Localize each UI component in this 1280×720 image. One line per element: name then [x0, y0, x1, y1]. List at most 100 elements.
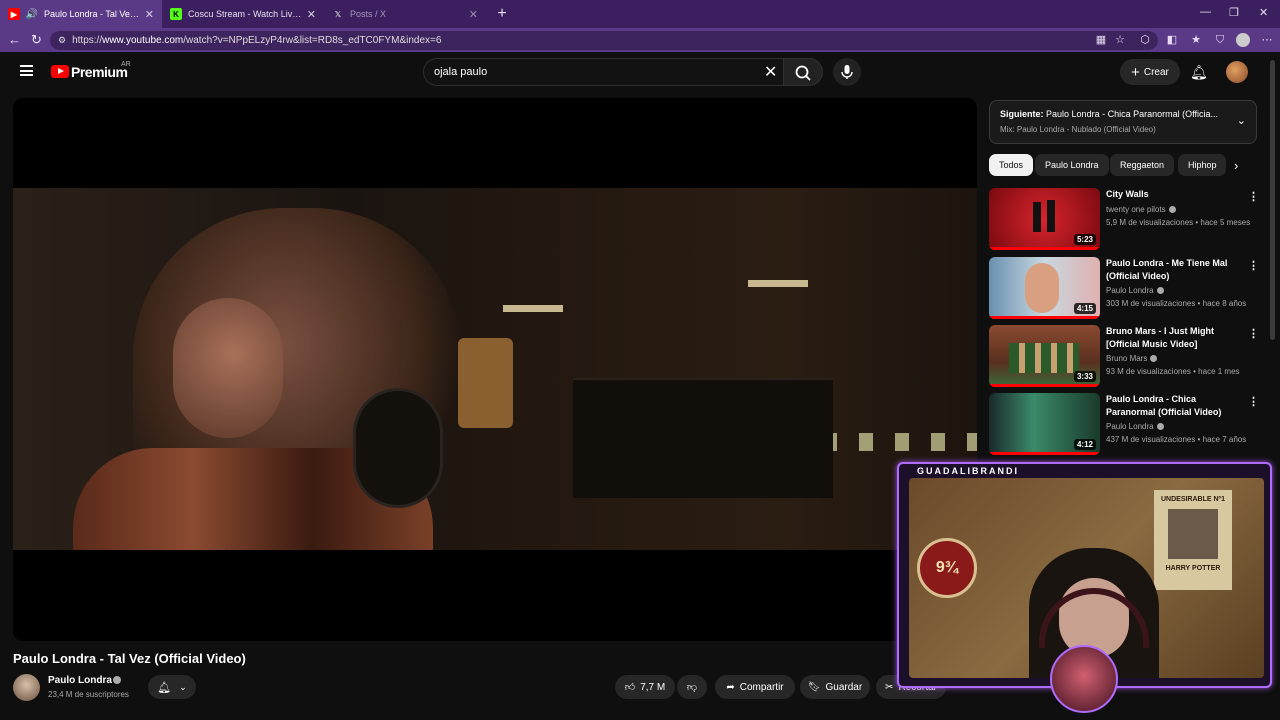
subscription-bell-button[interactable]: 🔔︎ ⌄ — [148, 675, 196, 699]
watch-progress-bar — [989, 247, 1100, 250]
channel-label: Bruno Mars — [1106, 354, 1158, 363]
close-tab-icon[interactable]: ✕ — [469, 8, 478, 21]
chevron-down-icon: ⌄ — [179, 681, 187, 692]
split-screen-icon[interactable]: ◧ — [1165, 33, 1179, 47]
video-card-title[interactable]: Paulo Londra - Me Tiene Mal (Official Vi… — [1106, 257, 1242, 283]
more-options-icon[interactable]: ⋮ — [1248, 395, 1259, 408]
video-player[interactable] — [13, 98, 977, 641]
search-button[interactable] — [783, 58, 823, 86]
amplifier — [573, 378, 833, 498]
youtube-header: Premium AR ojala paulo ✕ + Crear 🔔︎ — [0, 52, 1280, 92]
youtube-favicon-icon: ▶ — [8, 8, 20, 20]
avatar[interactable] — [1226, 61, 1248, 83]
close-window-icon[interactable]: ✕ — [1259, 6, 1268, 19]
up-next-prefix: Siguiente: — [1000, 109, 1044, 119]
more-options-icon[interactable]: ⋮ — [1248, 327, 1259, 340]
view-meta: 93 M de visualizaciones • hace 1 mes — [1106, 367, 1240, 376]
voice-search-button[interactable] — [833, 58, 861, 86]
favorite-star-icon[interactable]: ☆ — [1113, 33, 1127, 47]
list-item[interactable]: 4:15 Paulo Londra - Me Tiene Mal (Offici… — [989, 257, 1259, 321]
close-tab-icon[interactable]: ✕ — [307, 8, 316, 21]
thumbnail-figure — [1033, 202, 1041, 232]
channel-name: Paulo Londra — [1106, 286, 1154, 295]
list-item[interactable]: 4:12 Paulo Londra - Chica Paranormal (Of… — [989, 393, 1259, 457]
poster-name: HARRY POTTER — [1165, 565, 1221, 572]
site-info-icon[interactable]: ⚙ — [58, 35, 66, 46]
video-card-title[interactable]: Bruno Mars - I Just Might [Official Musi… — [1106, 325, 1242, 351]
youtube-logo-icon[interactable] — [51, 65, 69, 78]
scissors-icon: ✂ — [885, 681, 894, 693]
video-card-title[interactable]: City Walls — [1106, 188, 1242, 201]
up-next-title: Paulo Londra - Chica Paranormal (Officia… — [1046, 109, 1218, 119]
list-item[interactable]: 5:23 City Walls twenty one pilots 5,9 M … — [989, 188, 1259, 252]
clear-search-icon[interactable]: ✕ — [764, 62, 777, 82]
kick-favicon-icon: K — [170, 8, 182, 20]
duration-badge: 5:23 — [1073, 234, 1096, 245]
chip-todos[interactable]: Todos — [989, 154, 1034, 176]
new-tab-icon[interactable]: + — [490, 2, 514, 26]
more-options-icon[interactable]: ⋮ — [1248, 259, 1259, 272]
reader-icon[interactable]: ▦ — [1094, 33, 1108, 47]
share-button[interactable]: ➦ Compartir — [715, 675, 795, 699]
bookmark-icon: 🔖︎ — [807, 681, 821, 693]
subscriber-count: 23,4 M de suscriptores — [48, 690, 129, 699]
premium-logo[interactable]: Premium — [71, 64, 128, 80]
search-input[interactable]: ojala paulo — [423, 58, 783, 86]
notifications-bell-icon[interactable]: 🔔︎ — [1190, 64, 1208, 81]
verified-icon — [1168, 206, 1176, 213]
video-card-title[interactable]: Paulo Londra - Chica Paranormal (Officia… — [1106, 393, 1242, 419]
chip-reggaeton[interactable]: Reggaeton — [1110, 154, 1175, 176]
more-options-icon[interactable]: ⋮ — [1248, 190, 1259, 203]
chevron-right-icon[interactable]: › — [1234, 158, 1238, 173]
speaker-icon[interactable]: 🔊 — [26, 8, 38, 20]
dislike-button[interactable]: 👎︎ — [677, 675, 707, 699]
save-button[interactable]: 🔖︎ Guardar — [800, 675, 870, 699]
more-menu-icon[interactable]: ⋯ — [1260, 33, 1274, 47]
close-tab-icon[interactable]: ✕ — [145, 8, 154, 21]
up-next-panel[interactable]: Siguiente: Paulo Londra - Chica Paranorm… — [989, 100, 1257, 144]
video-thumbnail[interactable]: 3:33 — [989, 325, 1100, 387]
share-label: Compartir — [739, 681, 784, 693]
bell-icon: 🔔︎ — [157, 681, 172, 694]
channel-avatar[interactable] — [13, 674, 40, 701]
scrollbar[interactable] — [1270, 60, 1275, 340]
chip-paulo-londra[interactable]: Paulo Londra — [1035, 154, 1109, 176]
channel-name: Bruno Mars — [1106, 354, 1148, 363]
refresh-icon[interactable]: ↻ — [31, 32, 42, 48]
tab-x[interactable]: 𝕏 Posts / X ✕ — [324, 0, 486, 28]
video-thumbnail[interactable]: 4:12 — [989, 393, 1100, 455]
address-bar-row: ← ↻ ⚙ https://www.youtube.com/watch?v=NP… — [0, 28, 1280, 52]
list-item[interactable]: 3:33 Bruno Mars - I Just Might [Official… — [989, 325, 1259, 389]
tab-kick[interactable]: K Coscu Stream - Watch Live on Kick ✕ — [162, 0, 324, 28]
verified-icon — [113, 676, 121, 684]
hamburger-menu-icon[interactable] — [20, 65, 33, 76]
chevron-down-icon[interactable]: ⌄ — [1237, 114, 1246, 127]
channel-label: twenty one pilots — [1106, 205, 1176, 214]
verified-icon — [1150, 355, 1158, 362]
microphone-icon — [841, 65, 853, 79]
microphone-pop-filter — [353, 388, 443, 508]
like-count: 7,7 M — [640, 681, 666, 693]
channel-name[interactable]: Paulo Londra — [48, 675, 112, 686]
extensions-icon[interactable]: ⬡ — [1138, 33, 1152, 47]
like-button[interactable]: 👍︎ 7,7 M — [615, 675, 675, 699]
profile-icon[interactable] — [1236, 33, 1250, 47]
chip-hiphop[interactable]: Hiphop — [1178, 154, 1226, 176]
back-icon[interactable]: ← — [8, 32, 21, 47]
channel-label: Paulo Londra — [1106, 286, 1164, 295]
channel-label: Paulo Londra — [1106, 422, 1164, 431]
url-field[interactable]: ⚙ https://www.youtube.com/watch?v=NPpELz… — [50, 31, 1158, 50]
video-thumbnail[interactable]: 4:15 — [989, 257, 1100, 319]
channel-name: Paulo Londra — [1106, 422, 1154, 431]
tab-youtube[interactable]: ▶ 🔊 Paulo Londra - Tal Vez (Officia ✕ — [0, 0, 162, 28]
video-thumbnail[interactable]: 5:23 — [989, 188, 1100, 250]
favorites-icon[interactable]: ★ — [1189, 33, 1203, 47]
create-button[interactable]: + Crear — [1120, 59, 1180, 85]
minimize-icon[interactable]: — — [1200, 6, 1211, 18]
create-label: Crear — [1143, 66, 1169, 78]
studio-light — [748, 280, 808, 287]
restore-icon[interactable]: ❐ — [1229, 6, 1239, 19]
view-meta: 5,9 M de visualizaciones • hace 5 meses — [1106, 218, 1251, 227]
shield-icon[interactable]: ⛉ — [1213, 33, 1227, 47]
up-next-label: Siguiente: Paulo Londra - Chica Paranorm… — [1000, 109, 1220, 119]
